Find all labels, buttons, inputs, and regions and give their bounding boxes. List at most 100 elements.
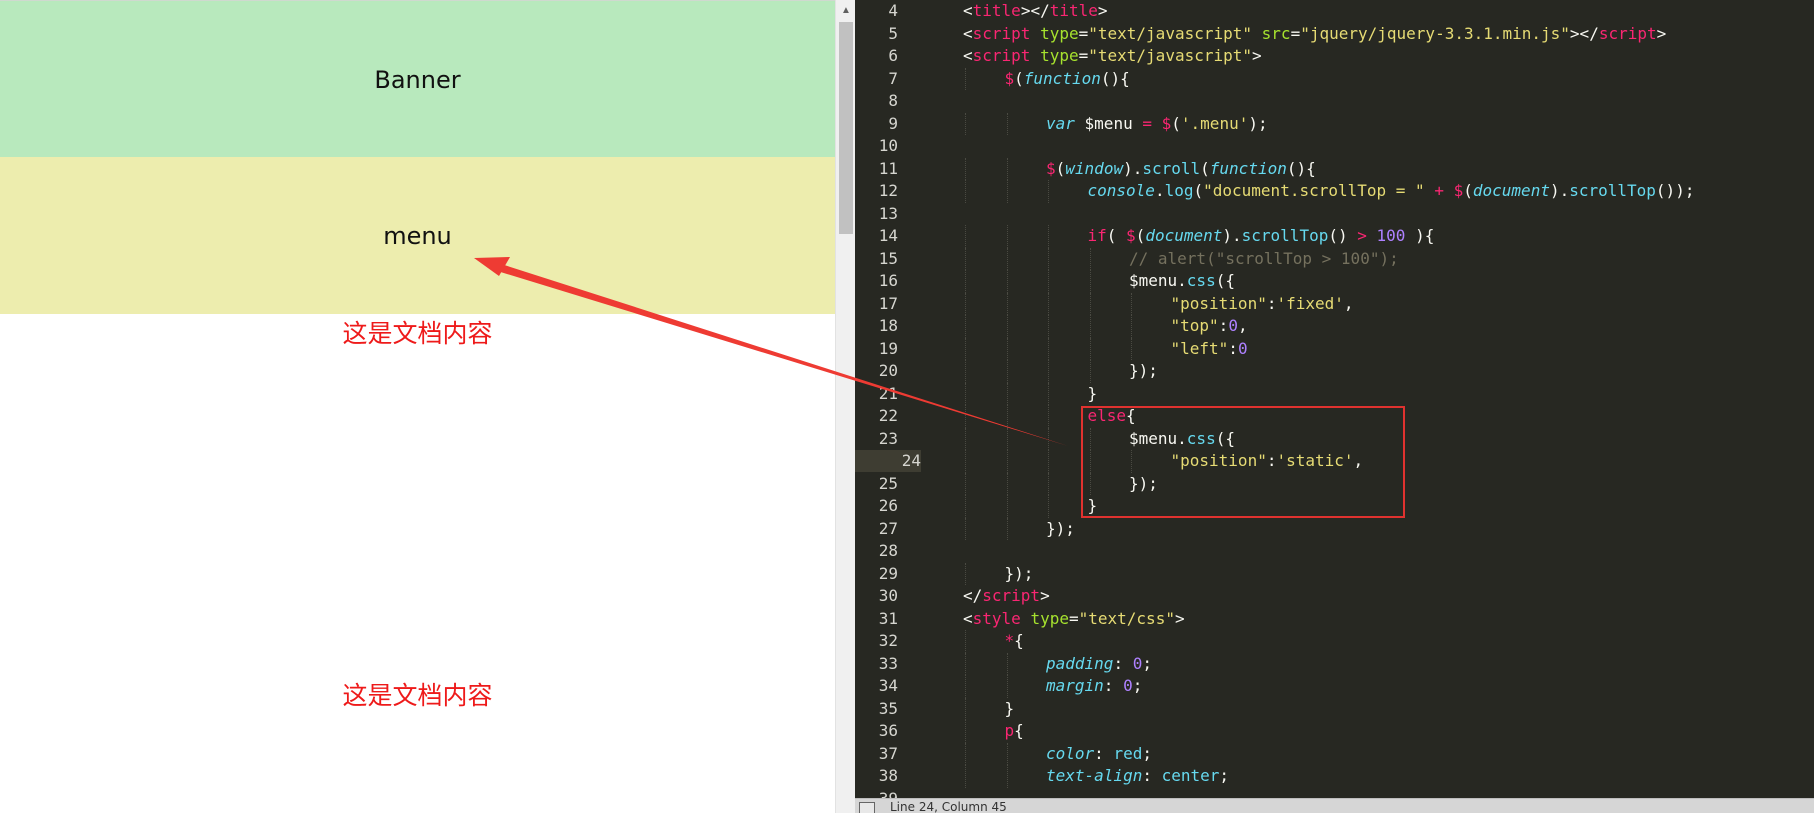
code-line[interactable]: <style type="text/css">	[963, 608, 1185, 630]
line-number-text: 15	[878, 248, 898, 268]
line-number-text: 34	[878, 676, 898, 695]
line-number-text: 6	[888, 46, 898, 65]
code-line[interactable]: $(function(){	[1005, 68, 1130, 90]
indent-guide	[965, 675, 966, 698]
line-number: 13	[855, 203, 898, 225]
code-token: :	[1142, 766, 1162, 785]
line-number: 24	[855, 450, 921, 472]
scrollbar-thumb[interactable]	[839, 22, 853, 234]
code-token: function	[1023, 68, 1101, 88]
code-token: =	[1290, 23, 1301, 43]
indent-guide	[1006, 225, 1008, 248]
code-line[interactable]: var $menu = $('.menu');	[1046, 113, 1268, 135]
line-number: 23	[855, 428, 898, 450]
code-line[interactable]: // alert("scrollTop > 100");	[1129, 248, 1399, 270]
code-token: </	[963, 586, 983, 605]
code-line[interactable]: }	[1088, 383, 1098, 405]
code-token: 0	[1132, 653, 1143, 673]
code-token: }	[1004, 698, 1015, 718]
code-line[interactable]: *{	[1005, 630, 1024, 652]
code-token: "top"	[1170, 316, 1219, 335]
code-token: window	[1065, 158, 1124, 178]
code-token: });	[1046, 518, 1075, 538]
vertical-scrollbar[interactable]: ▲	[835, 0, 856, 813]
indent-guide	[1048, 247, 1049, 270]
code-line[interactable]: });	[1129, 360, 1158, 382]
code-line[interactable]: text-align: center;	[1046, 765, 1229, 787]
line-number: 29	[855, 563, 898, 585]
code-token: css	[1186, 271, 1216, 290]
code-line[interactable]: });	[1046, 518, 1075, 540]
code-line[interactable]: "left":0	[1171, 338, 1248, 360]
code-token: :	[1228, 338, 1238, 358]
indent-guide	[1006, 315, 1008, 338]
code-token: function	[1209, 158, 1287, 178]
code-token: *	[1004, 631, 1015, 650]
indent-guide	[1006, 765, 1008, 788]
line-number: 12	[855, 180, 898, 202]
code-token: ,	[1237, 316, 1248, 335]
code-token: :	[1113, 653, 1133, 673]
line-number-text: 30	[878, 586, 898, 605]
line-number-text: 20	[878, 361, 898, 380]
indent-guide	[1006, 292, 1008, 315]
line-number-text: 7	[888, 68, 898, 88]
code-line[interactable]: });	[1005, 563, 1034, 585]
code-line[interactable]: <script type="text/javascript" src="jque…	[963, 23, 1666, 45]
code-line[interactable]: if( $(document).scrollTop() > 100 ){	[1088, 225, 1435, 247]
code-line[interactable]: color: red;	[1046, 743, 1152, 765]
code-line[interactable]: </script>	[963, 585, 1050, 607]
line-number: 9	[855, 113, 898, 135]
code-line[interactable]: <script type="text/javascript">	[963, 45, 1262, 67]
code-token: (	[1200, 158, 1210, 178]
code-line[interactable]: <title></title>	[963, 0, 1108, 22]
code-token: $menu	[1074, 113, 1143, 133]
code-line[interactable]: $menu.css({	[1129, 270, 1235, 292]
scroll-up-arrow-icon[interactable]: ▲	[836, 0, 856, 20]
code-line[interactable]: padding: 0;	[1046, 653, 1152, 675]
code-token: $	[1161, 113, 1172, 133]
line-number: 4	[855, 0, 898, 22]
code-token: 0	[1123, 676, 1133, 695]
indent-guide	[1131, 337, 1132, 360]
indent-guide	[965, 652, 966, 675]
indent-guide	[1006, 247, 1008, 270]
indent-guide	[1048, 225, 1049, 248]
menu-bar[interactable]: menu	[0, 157, 835, 314]
line-number-text: 22	[878, 406, 898, 425]
indent-guide	[965, 495, 966, 518]
line-number-text: 27	[878, 518, 898, 538]
indent-guide	[1006, 180, 1008, 203]
code-line[interactable]: $(window).scroll(function(){	[1046, 158, 1316, 180]
code-token: 0	[1228, 316, 1238, 335]
code-token: ).	[1549, 181, 1570, 200]
code-line[interactable]: console.log("document.scrollTop = " + $(…	[1088, 180, 1695, 202]
panel-toggle-icon[interactable]	[859, 802, 875, 813]
code-area[interactable]: <title></title> <script type="text/javasc…	[925, 0, 1814, 798]
code-token: "document.scrollTop = "	[1203, 181, 1425, 200]
indent-guide	[965, 247, 966, 270]
indent-guide	[1006, 405, 1008, 428]
indent-guide	[965, 472, 966, 495]
code-line[interactable]: "top":0,	[1171, 315, 1248, 337]
indent-guide	[965, 292, 966, 315]
indent-guide	[1089, 315, 1091, 338]
code-token: ({	[1215, 271, 1235, 290]
code-line[interactable]: "position":'fixed',	[1171, 293, 1354, 315]
indent-guide	[1006, 427, 1008, 450]
indent-guide	[1048, 270, 1049, 293]
code-token: center	[1161, 766, 1220, 785]
code-line[interactable]: p{	[1005, 720, 1024, 742]
line-number: 36	[855, 720, 898, 742]
code-line[interactable]: margin: 0;	[1046, 675, 1142, 697]
indent-guide	[1006, 652, 1008, 675]
line-number: 26	[855, 495, 898, 517]
indent-guide	[965, 225, 966, 248]
code-token: // alert("scrollTop > 100");	[1129, 248, 1399, 268]
code-token: <	[963, 1, 973, 20]
code-token: ){	[1405, 226, 1435, 245]
line-number: 14	[855, 225, 898, 247]
line-number-gutter: 4 5 6 7 8 9 10 11 12 13 14 15 16 17 18 19 20 21 22 23 24 25 26…	[855, 0, 925, 808]
code-line[interactable]: }	[1005, 698, 1015, 720]
